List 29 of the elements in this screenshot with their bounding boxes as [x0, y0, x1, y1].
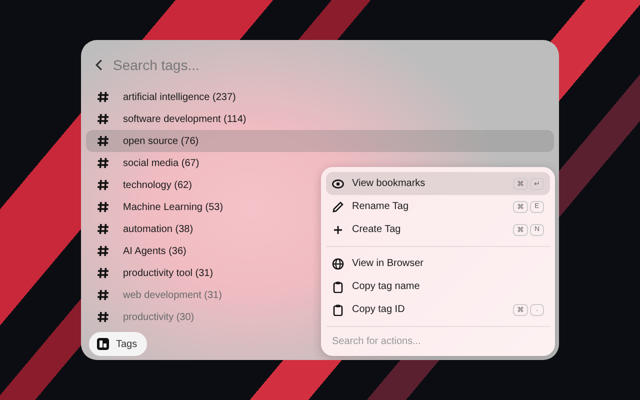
globe-icon — [332, 258, 344, 270]
action-item[interactable]: Copy tag name — [326, 275, 550, 298]
hash-icon — [97, 113, 109, 125]
hash-icon — [97, 179, 109, 191]
hash-icon — [97, 91, 109, 103]
search-field[interactable]: Search tags... — [113, 57, 545, 73]
action-item[interactable]: View in Browser — [326, 252, 550, 275]
eye-icon — [332, 178, 344, 190]
hash-icon — [97, 289, 109, 301]
tag-list-item[interactable]: artificial intelligence (237) — [86, 86, 554, 108]
tag-list-item[interactable]: software development (114) — [86, 108, 554, 130]
hash-icon — [97, 223, 109, 235]
tag-list-item[interactable]: social media (67) — [86, 152, 554, 174]
hash-icon — [97, 245, 109, 257]
tag-list-item[interactable]: open source (76) — [86, 130, 554, 152]
plus-icon — [332, 224, 344, 236]
hash-icon — [97, 267, 109, 279]
tags-label: Tags — [116, 338, 138, 350]
clipboard-icon — [332, 304, 344, 316]
hash-icon — [97, 135, 109, 147]
tags-pill[interactable]: Tags — [89, 332, 148, 356]
hash-icon — [97, 201, 109, 213]
action-search-field[interactable]: Search for actions... — [326, 332, 550, 351]
hash-icon — [97, 311, 109, 323]
hash-icon — [97, 157, 109, 169]
pencil-icon — [332, 200, 344, 212]
clipboard-icon — [332, 280, 344, 292]
back-chevron-icon[interactable] — [95, 59, 103, 71]
tag-app-icon — [97, 338, 109, 350]
